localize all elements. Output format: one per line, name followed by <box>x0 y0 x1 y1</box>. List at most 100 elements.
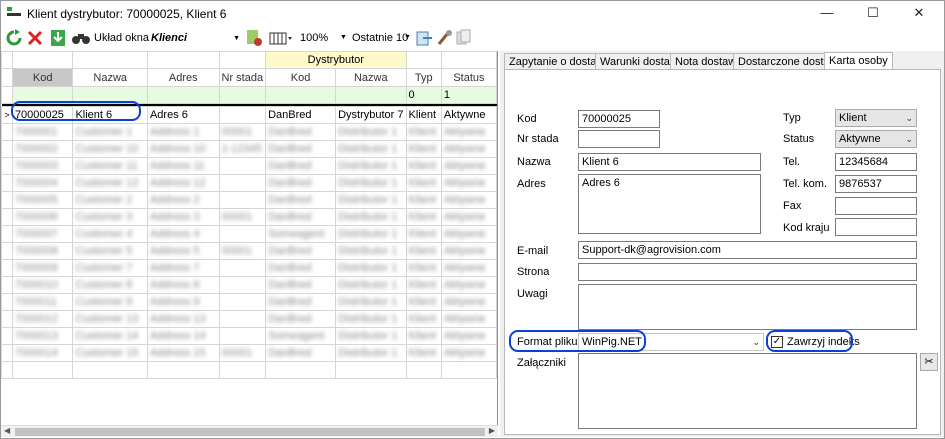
clients-grid[interactable]: Dystrybutor Kod Nazwa Adres Nr stada Kod… <box>1 51 498 437</box>
table-cell[interactable]: 00001 <box>218 123 267 141</box>
filter-cell[interactable] <box>146 86 220 104</box>
table-cell[interactable]: DanBred <box>265 208 337 226</box>
table-cell[interactable]: Aktywne <box>440 242 498 260</box>
tools-icon[interactable]: ✂ <box>920 353 938 371</box>
cell-dist-kod[interactable]: DanBred <box>265 106 337 124</box>
table-cell[interactable]: 7000007 <box>11 225 74 243</box>
table-cell[interactable]: Customer 2 <box>72 191 148 209</box>
table-cell[interactable]: Someagent <box>265 327 337 345</box>
table-cell[interactable]: DanBred <box>265 157 337 175</box>
table-row[interactable]: 7000011 Customer 9 Address 9 DanBred Distrib… <box>1 293 498 311</box>
table-cell[interactable] <box>218 225 267 243</box>
table-cell[interactable]: Address 3 <box>146 208 220 226</box>
table-cell[interactable]: Aktywne <box>440 310 498 328</box>
table-cell[interactable]: Aktywne <box>440 123 498 141</box>
table-cell[interactable]: 7000005 <box>11 191 74 209</box>
table-cell[interactable] <box>218 276 267 294</box>
table-cell[interactable]: Distributor 1 <box>335 123 407 141</box>
table-row[interactable]: 7000002 Customer 10 Address 10 1-12345 DanBr… <box>1 140 498 158</box>
filter-cell[interactable] <box>218 86 267 104</box>
table-cell[interactable]: 00001 <box>218 208 267 226</box>
nazwa-field[interactable]: Klient 6 <box>578 153 761 171</box>
table-cell[interactable]: Klient <box>405 225 442 243</box>
filter-cell[interactable] <box>265 86 337 104</box>
table-cell[interactable]: Distributor 1 <box>335 276 407 294</box>
table-cell[interactable]: Aktywne <box>440 140 498 158</box>
table-cell[interactable]: Klient <box>405 191 442 209</box>
table-cell[interactable]: Klient <box>405 259 442 277</box>
table-cell[interactable]: Distributor 1 <box>335 191 407 209</box>
table-cell[interactable]: Klient <box>405 174 442 192</box>
tel-kom-field[interactable]: 9876537 <box>835 175 917 193</box>
kod-kraju-field[interactable] <box>835 218 917 236</box>
attachments-list[interactable] <box>578 353 917 429</box>
table-cell[interactable]: DanBred <box>265 174 337 192</box>
column-header-typ[interactable]: Typ <box>405 68 442 87</box>
table-cell[interactable] <box>218 259 267 277</box>
table-cell[interactable]: DanBred <box>265 191 337 209</box>
table-cell[interactable]: 7000012 <box>11 310 74 328</box>
cell-typ[interactable]: Klient <box>405 106 442 124</box>
maximize-button[interactable]: ☐ <box>850 3 896 23</box>
table-cell[interactable]: 7000002 <box>11 140 74 158</box>
cell-status[interactable]: Aktywne <box>440 106 498 124</box>
table-row[interactable]: 7000009 Customer 7 Address 7 DanBred Distrib… <box>1 259 498 277</box>
table-cell[interactable]: 7000009 <box>11 259 74 277</box>
column-header-kod[interactable]: Kod <box>11 68 74 87</box>
column-header-status[interactable]: Status <box>440 68 498 87</box>
table-cell[interactable] <box>218 191 267 209</box>
tools-icon[interactable] <box>436 29 454 47</box>
table-cell[interactable]: Aktywne <box>440 344 498 362</box>
copy-icon[interactable] <box>456 29 472 47</box>
table-cell[interactable]: Distributor 1 <box>335 157 407 175</box>
table-cell[interactable]: Klient <box>405 276 442 294</box>
cell-dist-nazwa[interactable]: Dystrybutor 7 <box>335 106 407 124</box>
table-cell[interactable]: Distributor 1 <box>335 344 407 362</box>
fax-field[interactable] <box>835 197 917 215</box>
tel-field[interactable]: 12345684 <box>835 153 917 171</box>
table-row[interactable]: 7000006 Customer 3 Address 3 00001 DanBred Di… <box>1 208 498 226</box>
column-header-nazwa[interactable]: Nazwa <box>72 68 148 87</box>
minimize-button[interactable]: — <box>804 3 850 23</box>
horizontal-scrollbar[interactable]: ◀ ▶ <box>1 425 498 437</box>
table-cell[interactable]: Distributor 1 <box>335 259 407 277</box>
table-cell[interactable]: Distributor 1 <box>335 242 407 260</box>
table-cell[interactable]: Klient <box>405 123 442 141</box>
table-row[interactable]: 7000013 Customer 14 Address 14 Someagent Dis… <box>1 327 498 345</box>
status-select[interactable]: Aktywne ⌄ <box>835 130 917 148</box>
cell-nr-stada[interactable] <box>218 106 267 124</box>
table-row[interactable]: 7000003 Customer 11 Address 11 DanBred Distr… <box>1 157 498 175</box>
table-cell[interactable]: Klient <box>405 344 442 362</box>
table-cell[interactable]: Address 10 <box>146 140 220 158</box>
table-cell[interactable]: Klient <box>405 140 442 158</box>
recent-dropdown[interactable]: Ostatnie 10 <box>352 29 408 47</box>
table-cell[interactable]: Customer 9 <box>72 293 148 311</box>
table-row[interactable]: 7000007 Customer 4 Address 4 Someagent Distr… <box>1 225 498 243</box>
table-cell[interactable]: 7000003 <box>11 157 74 175</box>
table-cell[interactable] <box>218 157 267 175</box>
table-cell[interactable]: Klient <box>405 208 442 226</box>
table-cell[interactable]: Address 8 <box>146 276 220 294</box>
table-row[interactable]: 7000008 Customer 5 Address 5 00001 DanBred Di… <box>1 242 498 260</box>
table-cell[interactable]: Customer 1 <box>72 123 148 141</box>
filter-cell[interactable]: 1 <box>440 86 498 104</box>
table-cell[interactable]: 7000014 <box>11 344 74 362</box>
column-header-dist-nazwa[interactable]: Nazwa <box>335 68 407 87</box>
table-cell[interactable]: 7000013 <box>11 327 74 345</box>
table-cell[interactable]: Klient <box>405 293 442 311</box>
table-cell[interactable]: Customer 10 <box>72 140 148 158</box>
export-icon[interactable] <box>415 29 433 47</box>
table-cell[interactable]: Customer 7 <box>72 259 148 277</box>
filter-cell[interactable] <box>335 86 407 104</box>
table-cell[interactable]: Address 7 <box>146 259 220 277</box>
table-cell[interactable]: Customer 5 <box>72 242 148 260</box>
table-cell[interactable]: Distributor 1 <box>335 174 407 192</box>
table-cell[interactable]: DanBred <box>265 140 337 158</box>
table-cell[interactable]: Aktywne <box>440 191 498 209</box>
kod-field[interactable]: 70000025 <box>578 110 660 128</box>
table-cell[interactable] <box>218 310 267 328</box>
table-cell[interactable]: 7000010 <box>11 276 74 294</box>
scroll-left-icon[interactable]: ◀ <box>4 426 10 435</box>
table-cell[interactable]: Customer 13 <box>72 310 148 328</box>
table-cell[interactable]: Address 11 <box>146 157 220 175</box>
